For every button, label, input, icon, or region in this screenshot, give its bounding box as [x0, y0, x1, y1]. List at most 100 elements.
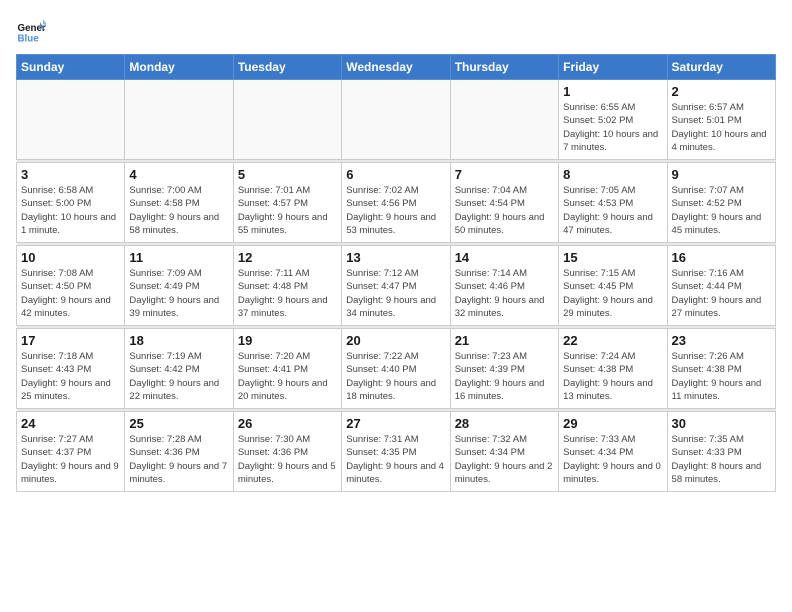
weekday-header-wednesday: Wednesday	[342, 55, 450, 80]
calendar-cell: 18 Sunrise: 7:19 AM Sunset: 4:42 PM Dayli…	[125, 329, 233, 409]
calendar-cell: 7 Sunrise: 7:04 AM Sunset: 4:54 PM Daylig…	[450, 163, 558, 243]
calendar-cell: 1 Sunrise: 6:55 AM Sunset: 5:02 PM Daylig…	[559, 80, 667, 160]
calendar-cell: 17Sunrise: 7:18 AM Sunset: 4:43 PM Dayli…	[17, 329, 125, 409]
day-info: Sunrise: 6:58 AM Sunset: 5:00 PM Dayligh…	[21, 184, 120, 237]
day-info: Sunrise: 7:30 AM Sunset: 4:36 PM Dayligh…	[238, 433, 337, 486]
day-info: Sunrise: 7:00 AM Sunset: 4:58 PM Dayligh…	[129, 184, 228, 237]
week-row-4: 17Sunrise: 7:18 AM Sunset: 4:43 PM Dayli…	[17, 329, 776, 409]
day-number: 25	[129, 416, 228, 431]
day-number: 21	[455, 333, 554, 348]
calendar-cell	[450, 80, 558, 160]
day-info: Sunrise: 7:33 AM Sunset: 4:34 PM Dayligh…	[563, 433, 662, 486]
calendar-cell: 3 Sunrise: 6:58 AM Sunset: 5:00 PM Daylig…	[17, 163, 125, 243]
day-number: 7	[455, 167, 554, 182]
calendar-cell: 27 Sunrise: 7:31 AM Sunset: 4:35 PM Dayli…	[342, 412, 450, 492]
day-info: Sunrise: 7:24 AM Sunset: 4:38 PM Dayligh…	[563, 350, 662, 403]
day-number: 3	[21, 167, 120, 182]
week-row-5: 24Sunrise: 7:27 AM Sunset: 4:37 PM Dayli…	[17, 412, 776, 492]
day-number: 9	[672, 167, 771, 182]
calendar-cell: 15Sunrise: 7:15 AM Sunset: 4:45 PM Dayli…	[559, 246, 667, 326]
calendar-cell: 11Sunrise: 7:09 AM Sunset: 4:49 PM Dayli…	[125, 246, 233, 326]
calendar-cell: 21 Sunrise: 7:23 AM Sunset: 4:39 PM Dayli…	[450, 329, 558, 409]
day-number: 12	[238, 250, 337, 265]
day-info: Sunrise: 6:57 AM Sunset: 5:01 PM Dayligh…	[672, 101, 771, 154]
day-number: 11	[129, 250, 228, 265]
day-info: Sunrise: 7:23 AM Sunset: 4:39 PM Dayligh…	[455, 350, 554, 403]
calendar-cell: 8 Sunrise: 7:05 AM Sunset: 4:53 PM Daylig…	[559, 163, 667, 243]
calendar-cell: 23Sunrise: 7:26 AM Sunset: 4:38 PM Dayli…	[667, 329, 775, 409]
calendar-cell: 13 Sunrise: 7:12 AM Sunset: 4:47 PM Dayli…	[342, 246, 450, 326]
calendar-cell: 25 Sunrise: 7:28 AM Sunset: 4:36 PM Dayli…	[125, 412, 233, 492]
day-info: Sunrise: 7:14 AM Sunset: 4:46 PM Dayligh…	[455, 267, 554, 320]
day-number: 29	[563, 416, 662, 431]
calendar-cell: 12 Sunrise: 7:11 AM Sunset: 4:48 PM Dayli…	[233, 246, 341, 326]
day-number: 8	[563, 167, 662, 182]
day-info: Sunrise: 7:07 AM Sunset: 4:52 PM Dayligh…	[672, 184, 771, 237]
day-info: Sunrise: 7:32 AM Sunset: 4:34 PM Dayligh…	[455, 433, 554, 486]
day-info: Sunrise: 7:11 AM Sunset: 4:48 PM Dayligh…	[238, 267, 337, 320]
day-info: Sunrise: 7:05 AM Sunset: 4:53 PM Dayligh…	[563, 184, 662, 237]
calendar-cell: 28 Sunrise: 7:32 AM Sunset: 4:34 PM Dayli…	[450, 412, 558, 492]
calendar-cell	[233, 80, 341, 160]
day-number: 13	[346, 250, 445, 265]
weekday-header-sunday: Sunday	[17, 55, 125, 80]
calendar-cell: 19 Sunrise: 7:20 AM Sunset: 4:41 PM Dayli…	[233, 329, 341, 409]
calendar-cell: 29 Sunrise: 7:33 AM Sunset: 4:34 PM Dayli…	[559, 412, 667, 492]
day-info: Sunrise: 7:22 AM Sunset: 4:40 PM Dayligh…	[346, 350, 445, 403]
day-info: Sunrise: 7:31 AM Sunset: 4:35 PM Dayligh…	[346, 433, 445, 486]
calendar-cell: 20 Sunrise: 7:22 AM Sunset: 4:40 PM Dayli…	[342, 329, 450, 409]
day-number: 28	[455, 416, 554, 431]
calendar-cell: 22 Sunrise: 7:24 AM Sunset: 4:38 PM Dayli…	[559, 329, 667, 409]
day-number: 26	[238, 416, 337, 431]
day-info: Sunrise: 7:18 AM Sunset: 4:43 PM Dayligh…	[21, 350, 120, 403]
calendar-cell: 2 Sunrise: 6:57 AM Sunset: 5:01 PM Daylig…	[667, 80, 775, 160]
day-info: Sunrise: 7:12 AM Sunset: 4:47 PM Dayligh…	[346, 267, 445, 320]
day-info: Sunrise: 7:01 AM Sunset: 4:57 PM Dayligh…	[238, 184, 337, 237]
day-number: 30	[672, 416, 771, 431]
day-number: 27	[346, 416, 445, 431]
calendar-cell: 4 Sunrise: 7:00 AM Sunset: 4:58 PM Daylig…	[125, 163, 233, 243]
day-number: 23	[672, 333, 771, 348]
day-number: 1	[563, 84, 662, 99]
day-number: 5	[238, 167, 337, 182]
page-header: General Blue	[16, 16, 776, 46]
calendar-cell: 9 Sunrise: 7:07 AM Sunset: 4:52 PM Daylig…	[667, 163, 775, 243]
calendar-cell: 30 Sunrise: 7:35 AM Sunset: 4:33 PM Dayli…	[667, 412, 775, 492]
day-number: 20	[346, 333, 445, 348]
calendar-cell: 24Sunrise: 7:27 AM Sunset: 4:37 PM Dayli…	[17, 412, 125, 492]
day-number: 14	[455, 250, 554, 265]
weekday-header-saturday: Saturday	[667, 55, 775, 80]
day-number: 2	[672, 84, 771, 99]
day-info: Sunrise: 7:28 AM Sunset: 4:36 PM Dayligh…	[129, 433, 228, 486]
day-number: 18	[129, 333, 228, 348]
day-info: Sunrise: 6:55 AM Sunset: 5:02 PM Dayligh…	[563, 101, 662, 154]
calendar-table: SundayMondayTuesdayWednesdayThursdayFrid…	[16, 54, 776, 492]
calendar-cell: 6 Sunrise: 7:02 AM Sunset: 4:56 PM Daylig…	[342, 163, 450, 243]
day-number: 6	[346, 167, 445, 182]
day-info: Sunrise: 7:19 AM Sunset: 4:42 PM Dayligh…	[129, 350, 228, 403]
day-info: Sunrise: 7:15 AM Sunset: 4:45 PM Dayligh…	[563, 267, 662, 320]
day-number: 19	[238, 333, 337, 348]
calendar-cell: 26 Sunrise: 7:30 AM Sunset: 4:36 PM Dayli…	[233, 412, 341, 492]
day-info: Sunrise: 7:16 AM Sunset: 4:44 PM Dayligh…	[672, 267, 771, 320]
weekday-header-thursday: Thursday	[450, 55, 558, 80]
day-number: 24	[21, 416, 120, 431]
day-number: 4	[129, 167, 228, 182]
day-info: Sunrise: 7:04 AM Sunset: 4:54 PM Dayligh…	[455, 184, 554, 237]
day-info: Sunrise: 7:35 AM Sunset: 4:33 PM Dayligh…	[672, 433, 771, 486]
weekday-header-monday: Monday	[125, 55, 233, 80]
calendar-cell: 5 Sunrise: 7:01 AM Sunset: 4:57 PM Daylig…	[233, 163, 341, 243]
day-number: 10	[21, 250, 120, 265]
week-row-1: 1 Sunrise: 6:55 AM Sunset: 5:02 PM Daylig…	[17, 80, 776, 160]
day-info: Sunrise: 7:20 AM Sunset: 4:41 PM Dayligh…	[238, 350, 337, 403]
logo: General Blue	[16, 16, 50, 46]
day-number: 22	[563, 333, 662, 348]
calendar-cell: 14 Sunrise: 7:14 AM Sunset: 4:46 PM Dayli…	[450, 246, 558, 326]
calendar-cell: 10 Sunrise: 7:08 AM Sunset: 4:50 PM Dayli…	[17, 246, 125, 326]
weekday-header-row: SundayMondayTuesdayWednesdayThursdayFrid…	[17, 55, 776, 80]
day-info: Sunrise: 7:02 AM Sunset: 4:56 PM Dayligh…	[346, 184, 445, 237]
weekday-header-friday: Friday	[559, 55, 667, 80]
day-info: Sunrise: 7:08 AM Sunset: 4:50 PM Dayligh…	[21, 267, 120, 320]
calendar-cell	[17, 80, 125, 160]
svg-text:Blue: Blue	[18, 34, 40, 45]
